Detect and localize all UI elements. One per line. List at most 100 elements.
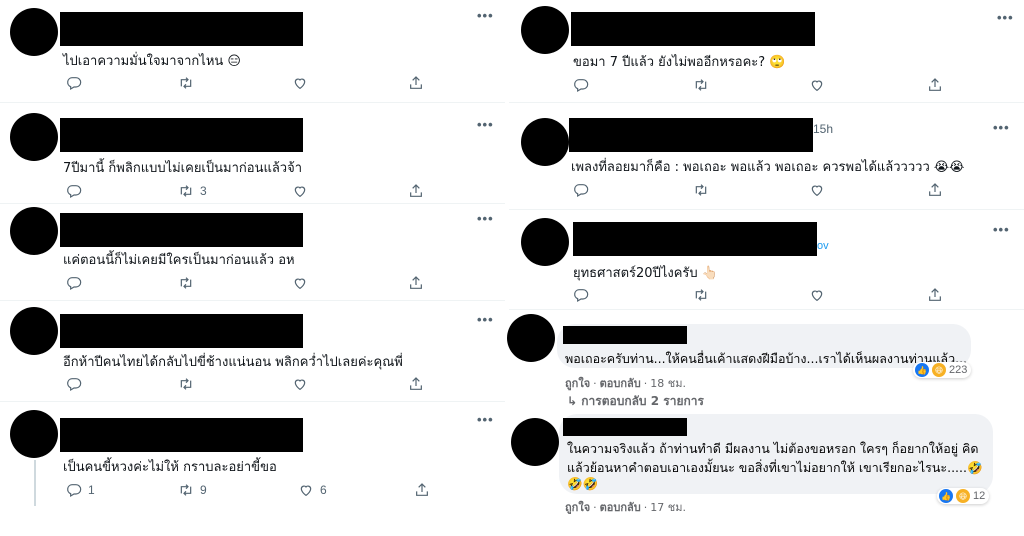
- avatar[interactable]: [10, 307, 58, 355]
- more-horizontal-icon[interactable]: •••: [477, 8, 494, 23]
- comment-time[interactable]: 18 ชม.: [650, 377, 686, 390]
- tweet-actions: [573, 182, 1013, 200]
- share-button[interactable]: [927, 287, 943, 303]
- like-link[interactable]: ถูกใจ: [565, 377, 590, 390]
- reply-bubble-icon: [66, 275, 82, 291]
- reply-button[interactable]: 1: [66, 482, 95, 498]
- tweet-actions: [573, 77, 1013, 95]
- retweet-button[interactable]: [693, 182, 709, 198]
- redacted-commenter-name: [563, 418, 687, 436]
- retweet-button[interactable]: [178, 376, 194, 392]
- tweet-text: อีกห้าปีคนไทยได้กลับไปขี่ช้างแน่นอน พลิก…: [63, 355, 403, 370]
- reply-link[interactable]: ตอบกลับ: [600, 501, 641, 514]
- like-button[interactable]: [809, 77, 825, 93]
- share-upload-icon: [408, 376, 424, 392]
- retweet-button[interactable]: [693, 77, 709, 93]
- reply-button[interactable]: [573, 77, 589, 93]
- share-button[interactable]: [408, 275, 424, 291]
- more-horizontal-icon[interactable]: •••: [993, 120, 1010, 135]
- more-horizontal-icon[interactable]: •••: [993, 222, 1010, 237]
- avatar[interactable]: [511, 418, 559, 466]
- like-button[interactable]: [292, 75, 308, 91]
- tweet-text: 7ปีมานี้ ก็พลิกแบบไม่เคยเป็นมาก่อนแล้วจ้…: [63, 161, 303, 176]
- avatar[interactable]: [10, 8, 58, 56]
- like-button[interactable]: 6: [298, 482, 327, 498]
- avatar[interactable]: [507, 314, 555, 362]
- more-horizontal-icon[interactable]: •••: [477, 117, 494, 132]
- thumbs-up-icon: 👍: [939, 489, 953, 503]
- tweet-card: ••• อีกห้าปีคนไทยได้กลับไปขี่ช้างแน่นอน …: [0, 304, 505, 402]
- share-upload-icon: [927, 182, 943, 198]
- retweet-button[interactable]: [693, 287, 709, 303]
- like-button[interactable]: [809, 287, 825, 303]
- heart-icon: [292, 275, 308, 291]
- tweet-card: ••• ขอมา 7 ปีแล้ว ยังไม่พออีกหรอคะ? 🙄: [509, 0, 1024, 103]
- fb-comment: ในความจริงแล้ว ถ้าท่านทำดี มีผลงาน ไม่ต้…: [505, 414, 1024, 514]
- retweet-icon: [693, 287, 709, 303]
- tweet-text: ขอมา 7 ปีแล้ว ยังไม่พออีกหรอคะ? 🙄: [573, 55, 786, 70]
- reply-bubble-icon: [573, 77, 589, 93]
- more-horizontal-icon[interactable]: •••: [477, 412, 494, 427]
- share-upload-icon: [408, 183, 424, 199]
- reply-link[interactable]: ตอบกลับ: [600, 377, 641, 390]
- reply-arrow-icon: ↳: [567, 394, 578, 408]
- share-button[interactable]: [408, 183, 424, 199]
- reply-button[interactable]: [573, 182, 589, 198]
- like-button[interactable]: [292, 376, 308, 392]
- retweet-button[interactable]: [178, 75, 194, 91]
- more-horizontal-icon[interactable]: •••: [477, 312, 494, 327]
- tweet-text: แค่ตอนนี้ก็ไม่เคยมีใครเป็นมาก่อนแล้ว อห: [63, 253, 295, 268]
- comment-time[interactable]: 17 ชม.: [650, 501, 686, 514]
- avatar[interactable]: [10, 113, 58, 161]
- tweet-actions: [66, 376, 486, 394]
- retweet-button[interactable]: 3: [178, 183, 207, 199]
- share-upload-icon: [414, 482, 430, 498]
- reply-button[interactable]: [66, 275, 82, 291]
- redacted-username: [60, 213, 303, 247]
- share-button[interactable]: [414, 482, 430, 498]
- tweet-text: เป็นคนขี้หวงค่ะไม่ให้ กราบละอย่าขี้ขอ: [63, 460, 277, 475]
- redacted-username: [60, 118, 303, 152]
- reply-button[interactable]: [573, 287, 589, 303]
- timestamp[interactable]: 15h: [813, 122, 833, 136]
- retweet-button[interactable]: [178, 275, 194, 291]
- retweet-count: 3: [200, 184, 207, 198]
- retweet-icon: [178, 183, 194, 199]
- avatar[interactable]: [10, 410, 58, 458]
- retweet-icon: [693, 182, 709, 198]
- retweet-icon: [178, 376, 194, 392]
- retweet-button[interactable]: 9: [178, 482, 207, 498]
- share-button[interactable]: [408, 75, 424, 91]
- view-replies-link[interactable]: ↳ การตอบกลับ 2 รายการ: [567, 392, 704, 411]
- more-horizontal-icon[interactable]: •••: [477, 211, 494, 226]
- share-button[interactable]: [408, 376, 424, 392]
- thumbs-up-icon: 👍: [915, 363, 929, 377]
- like-button[interactable]: [809, 182, 825, 198]
- reply-button[interactable]: [66, 376, 82, 392]
- handle-fragment[interactable]: ov: [817, 240, 829, 252]
- more-horizontal-icon[interactable]: •••: [997, 10, 1014, 25]
- comment-meta: ถูกใจ · ตอบกลับ · 17 ชม.: [565, 501, 686, 514]
- share-button[interactable]: [927, 182, 943, 198]
- reply-bubble-icon: [573, 287, 589, 303]
- heart-icon: [292, 75, 308, 91]
- retweet-icon: [178, 75, 194, 91]
- comment-meta: ถูกใจ · ตอบกลับ · 18 ชม.: [565, 377, 686, 390]
- reaction-summary[interactable]: 👍 😆 12: [937, 488, 990, 504]
- reaction-count: 12: [973, 490, 986, 502]
- avatar[interactable]: [10, 207, 58, 255]
- redacted-username: [60, 418, 303, 452]
- avatar[interactable]: [521, 218, 569, 266]
- share-upload-icon: [927, 287, 943, 303]
- like-link[interactable]: ถูกใจ: [565, 501, 590, 514]
- like-button[interactable]: [292, 183, 308, 199]
- reply-button[interactable]: [66, 75, 82, 91]
- laughing-face-icon: 😆: [932, 363, 946, 377]
- share-button[interactable]: [927, 77, 943, 93]
- reaction-summary[interactable]: 👍 😆 223: [913, 362, 972, 378]
- avatar[interactable]: [521, 118, 569, 166]
- tweet-card: ••• เป็นคนขี้หวงค่ะไม่ให้ กราบละอย่าขี้ข…: [0, 406, 505, 506]
- like-button[interactable]: [292, 275, 308, 291]
- avatar[interactable]: [521, 6, 569, 54]
- reply-button[interactable]: [66, 183, 82, 199]
